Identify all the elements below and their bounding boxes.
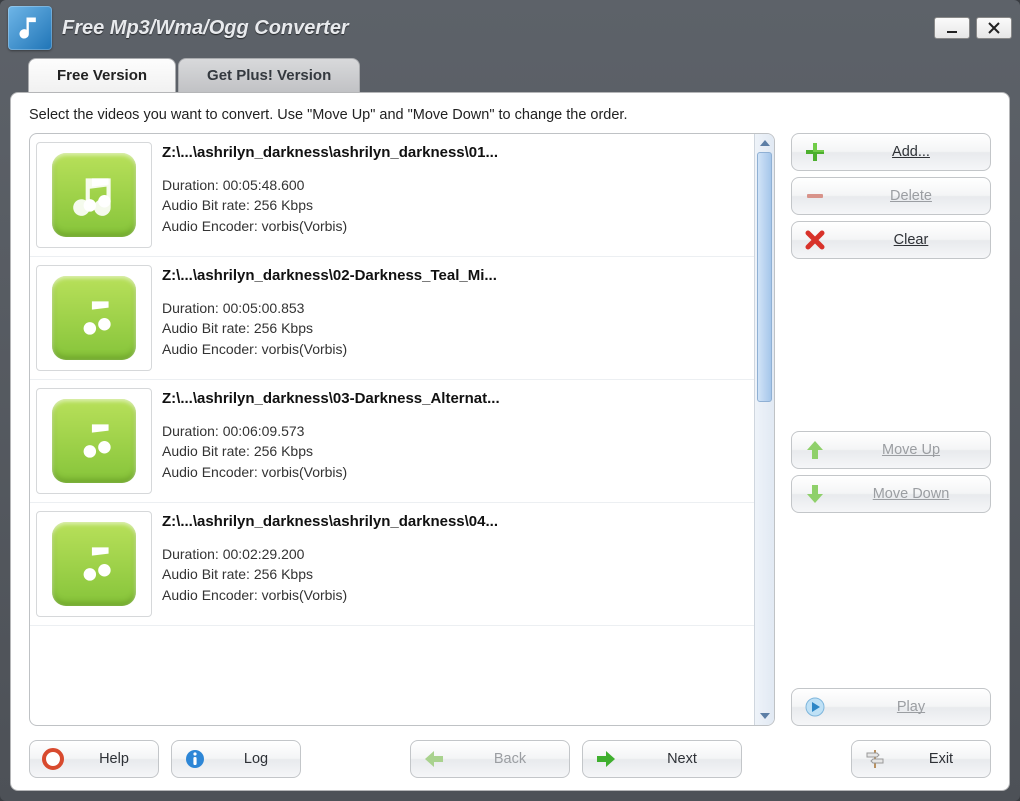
window-controls: [934, 17, 1012, 39]
item-path: Z:\...\ashrilyn_darkness\03-Darkness_Alt…: [162, 390, 748, 407]
minus-icon: [804, 185, 826, 207]
arrow-down-icon: [804, 483, 826, 505]
item-thumbnail: [36, 511, 152, 617]
add-label: Add...: [844, 144, 978, 160]
x-icon: [804, 229, 826, 251]
add-button[interactable]: Add...: [791, 133, 991, 171]
list-item[interactable]: Z:\...\ashrilyn_darkness\03-Darkness_Alt…: [30, 380, 754, 503]
back-button[interactable]: Back: [410, 740, 570, 778]
exit-button[interactable]: Exit: [851, 740, 991, 778]
item-path: Z:\...\ashrilyn_darkness\ashrilyn_darkne…: [162, 144, 748, 161]
play-button[interactable]: Play: [791, 688, 991, 726]
info-icon: [184, 748, 206, 770]
music-note-icon: [52, 153, 136, 237]
clear-button[interactable]: Clear: [791, 221, 991, 259]
main-panel: Select the videos you want to convert. U…: [10, 92, 1010, 791]
music-note-icon: [52, 399, 136, 483]
close-button[interactable]: [976, 17, 1012, 39]
scrollbar[interactable]: [754, 134, 774, 725]
tab-free-version[interactable]: Free Version: [28, 58, 176, 92]
scroll-track[interactable]: [755, 152, 774, 707]
arrow-left-icon: [423, 748, 445, 770]
help-label: Help: [82, 751, 146, 767]
content-area: Free Version Get Plus! Version Select th…: [10, 56, 1010, 791]
next-label: Next: [635, 751, 729, 767]
item-thumbnail: [36, 388, 152, 494]
list-item[interactable]: Z:\...\ashrilyn_darkness\ashrilyn_darkne…: [30, 503, 754, 626]
next-button[interactable]: Next: [582, 740, 742, 778]
app-window: Free Mp3/Wma/Ogg Converter Free Version …: [0, 0, 1020, 801]
item-meta: Z:\...\ashrilyn_darkness\02-Darkness_Tea…: [162, 265, 748, 371]
clear-label: Clear: [844, 232, 978, 248]
tabstrip: Free Version Get Plus! Version: [10, 56, 1010, 92]
delete-button[interactable]: Delete: [791, 177, 991, 215]
titlebar: Free Mp3/Wma/Ogg Converter: [0, 0, 1020, 56]
bitrate-label: Audio Bit rate:: [162, 197, 250, 213]
scroll-down-button[interactable]: [755, 707, 774, 725]
scroll-up-button[interactable]: [755, 134, 774, 152]
file-list: Z:\...\ashrilyn_darkness\ashrilyn_darkne…: [29, 133, 775, 726]
duration-label: Duration:: [162, 177, 219, 193]
main-row: Z:\...\ashrilyn_darkness\ashrilyn_darkne…: [29, 133, 991, 726]
app-title: Free Mp3/Wma/Ogg Converter: [62, 17, 349, 40]
item-path: Z:\...\ashrilyn_darkness\ashrilyn_darkne…: [162, 513, 748, 530]
item-meta: Z:\...\ashrilyn_darkness\ashrilyn_darkne…: [162, 142, 748, 248]
plus-icon: [804, 141, 826, 163]
list-item[interactable]: Z:\...\ashrilyn_darkness\ashrilyn_darkne…: [30, 134, 754, 257]
moveup-label: Move Up: [844, 442, 978, 458]
exit-label: Exit: [904, 751, 978, 767]
duration-value: 00:05:48.600: [223, 177, 305, 193]
item-meta: Z:\...\ashrilyn_darkness\ashrilyn_darkne…: [162, 511, 748, 617]
bottom-bar: Help Log Back Next Exit: [29, 740, 991, 778]
item-meta: Z:\...\ashrilyn_darkness\03-Darkness_Alt…: [162, 388, 748, 494]
music-note-icon: [52, 522, 136, 606]
back-label: Back: [463, 751, 557, 767]
log-button[interactable]: Log: [171, 740, 301, 778]
instruction-text: Select the videos you want to convert. U…: [29, 107, 991, 123]
item-thumbnail: [36, 142, 152, 248]
bitrate-value: 256 Kbps: [254, 197, 313, 213]
arrow-right-icon: [595, 748, 617, 770]
tab-plus-version[interactable]: Get Plus! Version: [178, 58, 360, 92]
delete-label: Delete: [844, 188, 978, 204]
movedown-label: Move Down: [844, 486, 978, 502]
list-item[interactable]: Z:\...\ashrilyn_darkness\02-Darkness_Tea…: [30, 257, 754, 380]
moveup-button[interactable]: Move Up: [791, 431, 991, 469]
movedown-button[interactable]: Move Down: [791, 475, 991, 513]
side-buttons: Add... Delete Clear Move Up: [791, 133, 991, 726]
help-icon: [42, 748, 64, 770]
encoder-label: Audio Encoder:: [162, 218, 258, 234]
item-thumbnail: [36, 265, 152, 371]
help-button[interactable]: Help: [29, 740, 159, 778]
signpost-icon: [864, 748, 886, 770]
file-list-items: Z:\...\ashrilyn_darkness\ashrilyn_darkne…: [30, 134, 754, 725]
encoder-value: vorbis(Vorbis): [262, 218, 348, 234]
log-label: Log: [224, 751, 288, 767]
scroll-thumb[interactable]: [757, 152, 772, 402]
music-note-icon: [52, 276, 136, 360]
item-path: Z:\...\ashrilyn_darkness\02-Darkness_Tea…: [162, 267, 748, 284]
arrow-up-icon: [804, 439, 826, 461]
play-label: Play: [844, 699, 978, 715]
play-icon: [804, 696, 826, 718]
minimize-button[interactable]: [934, 17, 970, 39]
app-icon: [8, 6, 52, 50]
